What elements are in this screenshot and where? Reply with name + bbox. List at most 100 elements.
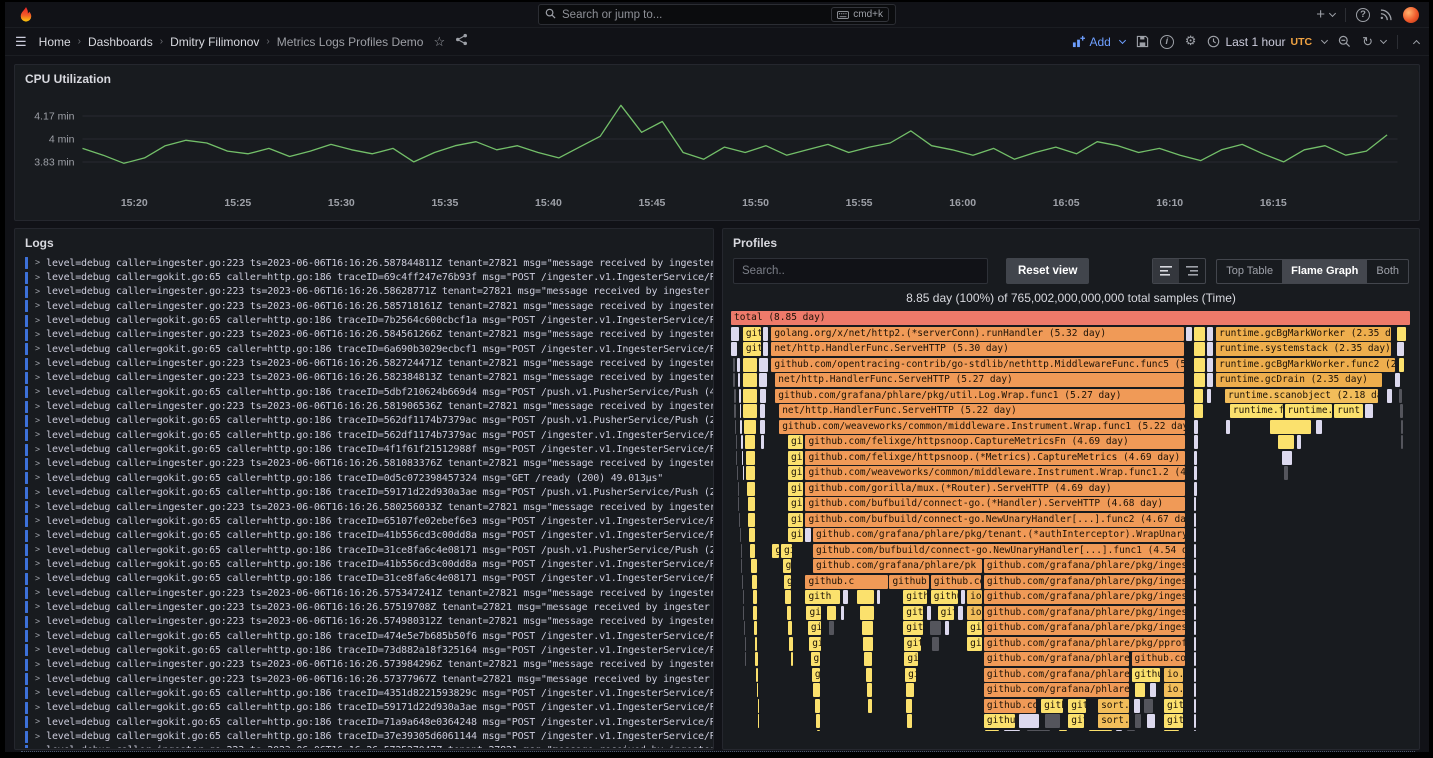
flame-node[interactable]: github.c [805, 575, 888, 589]
log-line[interactable]: >level=debug caller=ingester.go:223 ts=2… [25, 600, 713, 614]
breadcrumb-item[interactable]: Dashboards [88, 35, 153, 49]
flame-node[interactable]: github. [788, 482, 803, 496]
flame-node[interactable] [1194, 559, 1196, 573]
flame-node[interactable] [1194, 466, 1197, 480]
flame-node[interactable] [745, 435, 756, 449]
flame-node[interactable] [817, 730, 819, 732]
flame-node[interactable] [735, 420, 736, 434]
log-line[interactable]: >level=debug caller=gokit.go:65 caller=h… [25, 557, 713, 571]
flame-node[interactable] [760, 404, 765, 418]
flame-node[interactable] [1278, 435, 1295, 449]
log-line[interactable]: >level=debug caller=ingester.go:223 ts=2… [25, 500, 713, 514]
flame-node[interactable]: github.com/weaveworks/common/middleware.… [779, 420, 1184, 434]
flame-node[interactable] [805, 528, 810, 542]
flame-node[interactable] [1365, 404, 1372, 418]
flame-node[interactable] [739, 389, 741, 403]
flame-node[interactable] [841, 606, 844, 620]
flame-node[interactable] [761, 435, 764, 449]
flame-node[interactable] [1147, 714, 1155, 728]
flame-node[interactable]: github.com [931, 575, 981, 589]
flame-node[interactable] [1282, 451, 1292, 465]
flame-node[interactable] [758, 714, 759, 728]
expand-chevron-icon[interactable]: > [35, 703, 40, 713]
flame-node[interactable]: gith [806, 606, 821, 620]
expand-chevron-icon[interactable]: > [35, 660, 40, 670]
flame-node[interactable] [788, 621, 792, 635]
expand-chevron-icon[interactable]: > [35, 531, 40, 541]
flame-node[interactable] [985, 730, 998, 732]
flame-node[interactable]: git [967, 637, 982, 651]
flame-node[interactable] [927, 606, 931, 620]
flame-node[interactable] [1194, 575, 1196, 589]
time-range-picker[interactable]: Last 1 hour UTC [1207, 35, 1327, 49]
flame-node[interactable] [930, 621, 941, 635]
flame-node[interactable] [755, 637, 757, 651]
flame-node[interactable] [733, 373, 735, 387]
flame-node[interactable]: io.0 [1164, 668, 1183, 682]
flame-node[interactable] [1045, 714, 1060, 728]
flame-node[interactable] [1194, 358, 1206, 372]
flame-node[interactable] [1194, 482, 1197, 496]
flame-node[interactable]: github.com/grafana/phlare/pkg/ingester. [984, 621, 1185, 635]
flame-node[interactable]: gith [903, 590, 926, 604]
flame-node[interactable] [1150, 683, 1156, 697]
flame-node[interactable]: git [772, 544, 778, 558]
flame-node[interactable] [816, 714, 820, 728]
flame-node[interactable]: github.com/felixge/httpsnoop.CaptureMetr… [805, 435, 1184, 449]
log-line[interactable]: >level=debug caller=ingester.go:223 ts=2… [25, 328, 713, 342]
log-line[interactable]: >level=debug caller=gokit.go:65 caller=h… [25, 414, 713, 428]
flame-node[interactable] [1401, 435, 1403, 449]
expand-chevron-icon[interactable]: > [35, 387, 40, 397]
flame-node[interactable] [1399, 389, 1401, 403]
log-line[interactable]: >level=debug caller=gokit.go:65 caller=h… [25, 729, 713, 743]
save-dashboard-button[interactable] [1136, 35, 1149, 48]
log-line[interactable]: >level=debug caller=ingester.go:223 ts=2… [25, 256, 713, 270]
flame-node[interactable] [1116, 730, 1122, 732]
expand-chevron-icon[interactable]: > [35, 602, 40, 612]
flame-node[interactable] [740, 420, 741, 434]
flame-node[interactable] [907, 714, 911, 728]
grafana-logo-icon[interactable] [17, 6, 35, 24]
flame-node[interactable] [1270, 420, 1310, 434]
flame-node[interactable] [759, 373, 767, 387]
flame-node[interactable] [1207, 342, 1213, 356]
flame-node[interactable] [1194, 389, 1204, 403]
flame-node[interactable]: git [1068, 699, 1085, 713]
expand-chevron-icon[interactable]: > [35, 688, 40, 698]
flame-node[interactable] [1194, 606, 1196, 620]
flame-node[interactable]: github.com/grafana/phlare/pkg/util.Log.W… [775, 389, 1184, 403]
flame-node[interactable]: github. [788, 466, 803, 480]
flame-node[interactable]: gith [783, 559, 792, 573]
align-right-button[interactable] [1179, 259, 1205, 283]
flame-node[interactable]: sort.S [1098, 699, 1129, 713]
breadcrumb-item[interactable]: Home [39, 35, 71, 49]
flame-node[interactable]: gith [903, 606, 923, 620]
flame-node[interactable] [1194, 528, 1196, 542]
flamegraph-search-input[interactable] [733, 258, 988, 284]
expand-chevron-icon[interactable]: > [35, 373, 40, 383]
flame-node[interactable] [751, 559, 756, 573]
menu-icon[interactable]: ☰ [15, 34, 27, 50]
flame-node[interactable] [1194, 621, 1196, 635]
flame-node[interactable] [791, 652, 793, 666]
flame-node[interactable]: github [931, 590, 959, 604]
flame-node[interactable] [1284, 466, 1288, 480]
flame-node[interactable]: git [967, 621, 982, 635]
reset-view-button[interactable]: Reset view [1006, 258, 1089, 284]
expand-chevron-icon[interactable]: > [35, 301, 40, 311]
flame-node[interactable]: github.com/grafana/phlare/pkg/tenant.(*a… [813, 528, 1185, 542]
flame-node[interactable] [857, 590, 874, 604]
log-line[interactable]: >level=debug caller=ingester.go:223 ts=2… [25, 658, 713, 672]
flame-node[interactable]: total (8.85 day) [731, 311, 1410, 325]
flame-node[interactable]: net/http.HandlerFunc.ServeHTTP (5.30 day… [771, 342, 1184, 356]
flame-node[interactable] [760, 389, 766, 403]
expand-chevron-icon[interactable]: > [35, 746, 40, 748]
flame-node[interactable] [757, 683, 758, 697]
flame-node[interactable] [1135, 683, 1145, 697]
dashboard-insights-button[interactable]: i [1160, 35, 1174, 49]
share-icon[interactable] [455, 33, 468, 51]
flame-node[interactable]: io. [967, 590, 982, 604]
flame-node[interactable] [827, 606, 836, 620]
flame-node[interactable] [1194, 652, 1196, 666]
flame-node[interactable]: runtime.gcBgMarkWorker (2.35 day) [1216, 327, 1391, 341]
